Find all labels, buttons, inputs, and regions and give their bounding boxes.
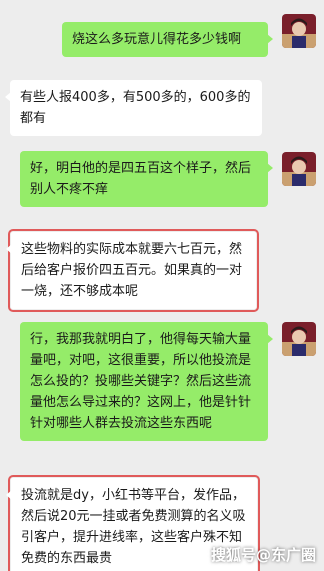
message-bubble-incoming[interactable]: 有些人报400多，有500多的，600多的都有	[5, 80, 262, 136]
message-text: 行，我那我就明白了，他得每天输大量量吧，对吧，这很重要，所以他投流是怎么投的？投…	[30, 332, 252, 431]
message-bubble-incoming-highlighted[interactable]: 这些物料的实际成本就要六七百元，然后给客户报价四五百元。如果真的一对一烧，还不够…	[6, 229, 259, 312]
message-text: 这些物料的实际成本就要六七百元，然后给客户报价四五百元。如果真的一对一烧，还不够…	[21, 242, 243, 299]
chat-window: 烧这么多玩意儿得花多少钱啊 有些人报400多，有500多的，600多的都有 好，…	[0, 0, 324, 571]
user-avatar[interactable]	[282, 152, 316, 186]
watermark: 搜狐号@东广圈	[210, 546, 316, 564]
avatar-image-icon	[282, 14, 316, 48]
message-text: 烧这么多玩意儿得花多少钱啊	[72, 32, 242, 47]
message-bubble-outgoing[interactable]: 好，明白他的是四五百这个样子，然后别人不疼不痒	[20, 151, 273, 207]
message-text: 有些人报400多，有500多的，600多的都有	[20, 90, 251, 126]
message-bubble-outgoing[interactable]: 行，我那我就明白了，他得每天输大量量吧，对吧，这很重要，所以他投流是怎么投的？投…	[20, 322, 273, 441]
message-bubble-outgoing[interactable]: 烧这么多玩意儿得花多少钱啊	[62, 22, 273, 57]
user-avatar[interactable]	[282, 14, 316, 48]
message-text: 好，明白他的是四五百这个样子，然后别人不疼不痒	[30, 161, 252, 197]
avatar-image-icon	[282, 152, 316, 186]
user-avatar[interactable]	[282, 322, 316, 356]
avatar-image-icon	[282, 322, 316, 356]
